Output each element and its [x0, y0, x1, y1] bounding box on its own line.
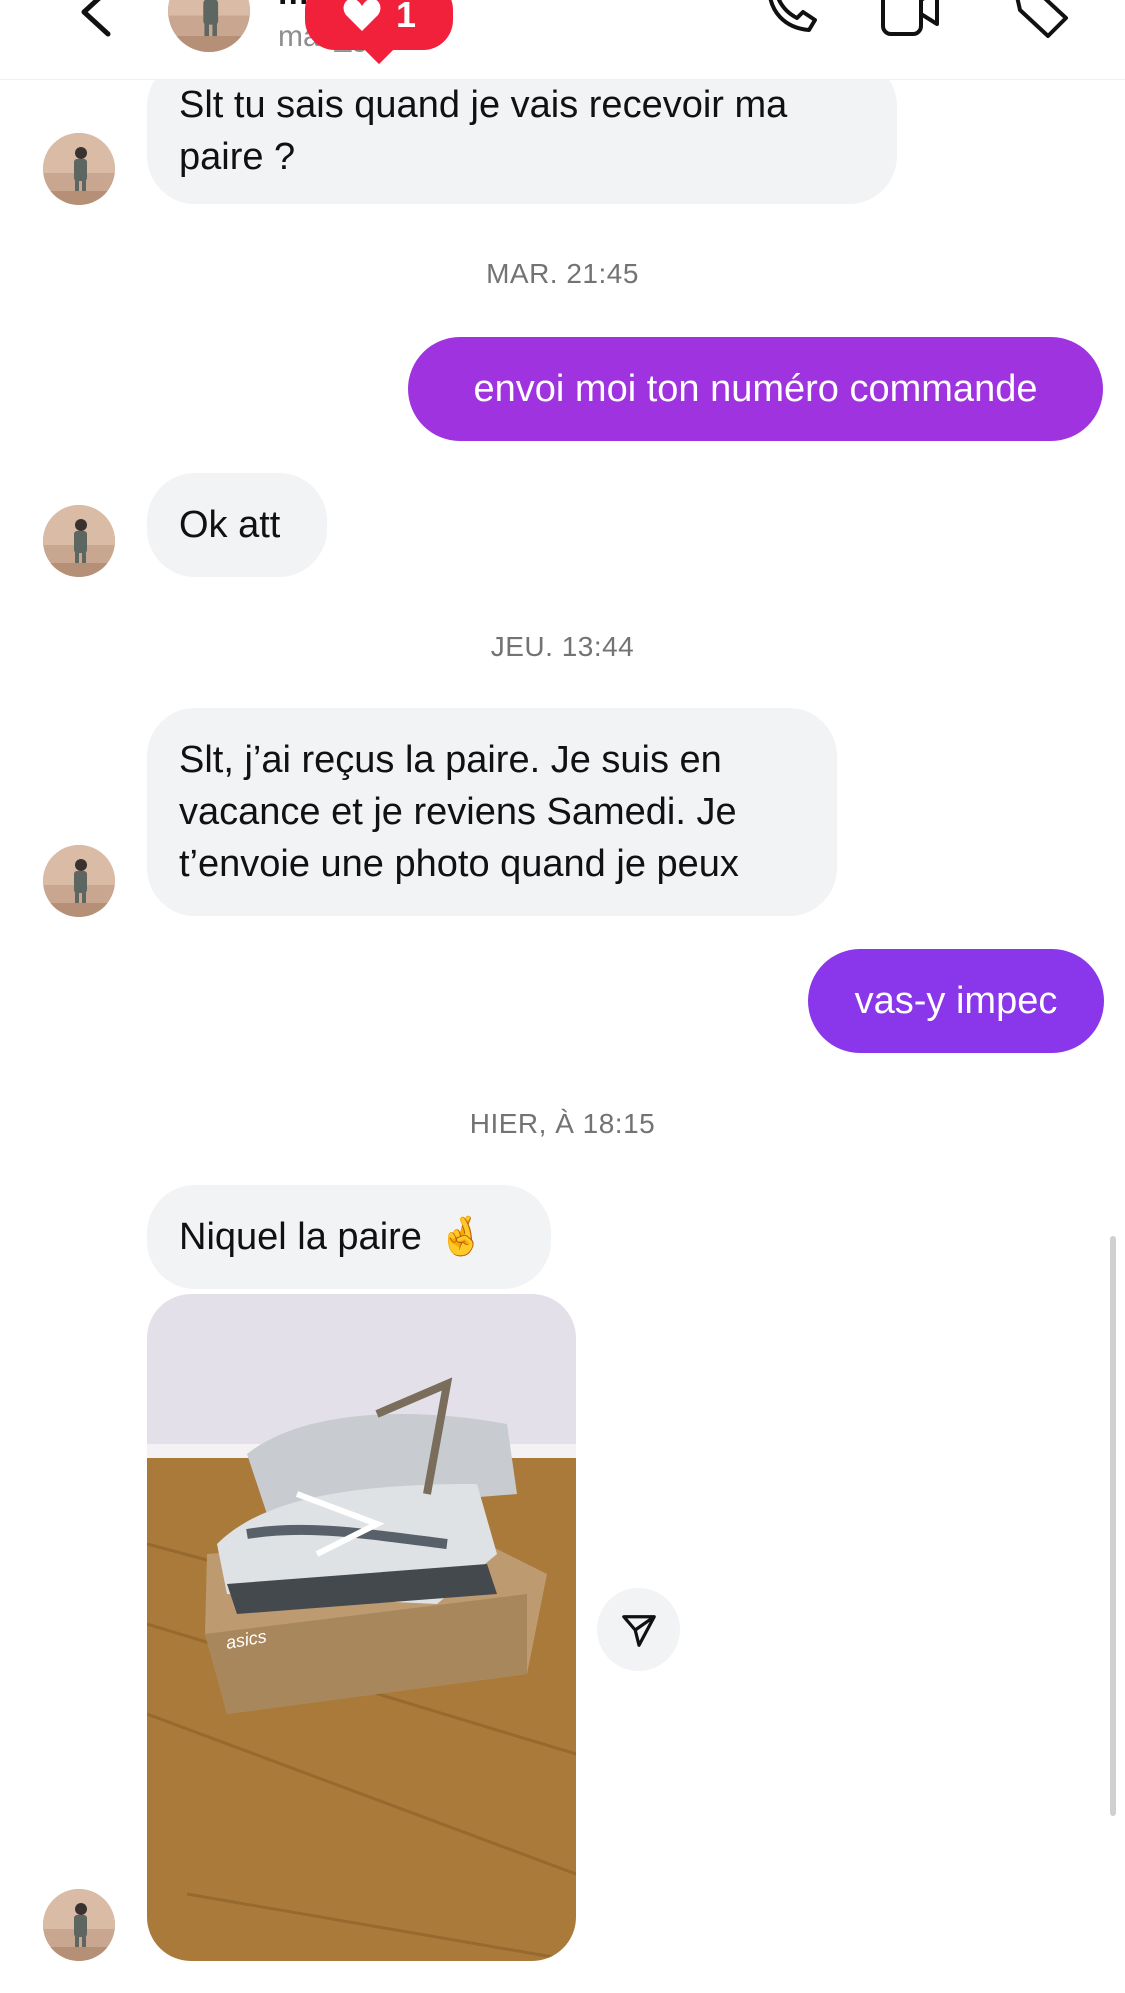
phone-icon	[768, 0, 817, 32]
share-button[interactable]	[597, 1588, 680, 1671]
video-icon	[881, 0, 939, 36]
outgoing-message[interactable]: vas-y impec	[808, 949, 1104, 1053]
message-text: vas-y impec	[854, 980, 1058, 1022]
timestamp: HIER, À 18:15	[469, 1108, 656, 1139]
outgoing-message[interactable]: envoi moi ton numéro commande	[408, 337, 1103, 441]
photo-message[interactable]: asics	[147, 1294, 576, 1961]
incoming-message[interactable]: Niquel la paire 🤞	[147, 1185, 551, 1289]
sender-avatar[interactable]	[43, 1889, 115, 1961]
tag-icon	[1015, 0, 1068, 38]
message-text: Slt, j’ai reçus la paire. Je suis en vac…	[179, 739, 739, 885]
incoming-message[interactable]: Slt, j’ai reçus la paire. Je suis en vac…	[147, 708, 837, 916]
timestamp: JEU. 13:44	[490, 631, 635, 662]
contact-avatar[interactable]	[168, 0, 250, 52]
sender-avatar[interactable]	[43, 133, 115, 205]
timestamp: MAR. 21:45	[486, 258, 639, 289]
message-text: Ok att	[179, 504, 281, 546]
message-text: Slt tu sais quand je vais recevoir ma pa…	[179, 84, 788, 178]
share-icon	[621, 1614, 656, 1647]
like-count: 1	[395, 0, 417, 35]
tag-button[interactable]	[1008, 0, 1072, 42]
sender-avatar[interactable]	[43, 845, 115, 917]
message-text: envoi moi ton numéro commande	[473, 368, 1038, 410]
sender-avatar[interactable]	[43, 505, 115, 577]
chat-header: m_glck max_glck	[0, 0, 1125, 80]
incoming-message[interactable]: Ok att	[147, 473, 327, 577]
back-chevron-icon	[81, 0, 111, 37]
voice-call-button[interactable]	[757, 0, 821, 42]
heart-icon	[343, 0, 381, 31]
back-button[interactable]	[68, 0, 128, 40]
message-text: Niquel la paire	[179, 1216, 422, 1258]
like-notification-badge[interactable]: 1	[305, 0, 453, 50]
scrollbar[interactable]	[1110, 1236, 1116, 1816]
crossed-fingers-emoji: 🤞	[437, 1216, 486, 1258]
video-call-button[interactable]	[877, 0, 941, 42]
